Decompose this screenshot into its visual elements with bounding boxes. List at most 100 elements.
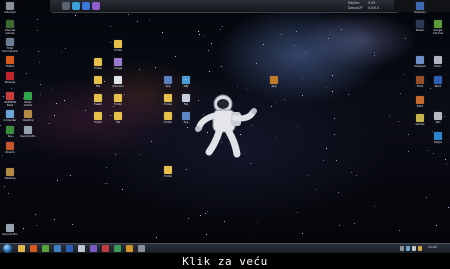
- star: [425, 196, 427, 198]
- start-button[interactable]: [3, 244, 12, 253]
- shortcut-icon: [434, 112, 442, 120]
- star: [198, 31, 200, 33]
- star: [71, 223, 73, 225]
- desktop-shortcut[interactable]: Folder: [90, 94, 106, 109]
- star: [306, 175, 308, 177]
- desktop-shortcut[interactable]: Folder: [110, 94, 126, 109]
- star: [40, 94, 42, 96]
- star: [322, 159, 324, 161]
- desktop-shortcut[interactable]: Desktop: [2, 168, 18, 183]
- shortcut-icon: [434, 20, 442, 28]
- desktop-shortcut[interactable]: Folder: [110, 40, 126, 55]
- star: [110, 41, 112, 43]
- desktop-shortcut[interactable]: Unknown: [110, 76, 126, 91]
- desktop-shortcut[interactable]: Tools: [412, 76, 428, 91]
- tray-icon[interactable]: [400, 246, 404, 251]
- desktop-shortcut[interactable]: File: [110, 112, 126, 127]
- desktop-shortcut[interactable]: Desktop: [20, 110, 36, 125]
- desktop-shortcut[interactable]: File: [178, 94, 194, 109]
- shortcut-label: Skype: [434, 141, 442, 144]
- taskbar-app-media-icon[interactable]: [54, 245, 61, 252]
- desktop-shortcut[interactable]: Google Chrome: [430, 20, 446, 35]
- taskbar-app-app-icon[interactable]: [90, 245, 97, 252]
- app-icon[interactable]: [72, 2, 80, 10]
- star: [276, 137, 278, 139]
- star: [39, 83, 41, 85]
- taskbar-app-app-icon[interactable]: [114, 245, 121, 252]
- desktop-shortcut[interactable]: Recycle Bin: [2, 224, 18, 239]
- taskbar-app-app-icon[interactable]: [102, 245, 109, 252]
- desktop-shortcut[interactable]: Firefox: [2, 56, 18, 71]
- star: [57, 180, 59, 182]
- star: [280, 33, 282, 35]
- desktop-shortcut[interactable]: Win: [430, 112, 446, 127]
- taskbar-clock[interactable]: 13:20: [428, 245, 437, 249]
- desktop-shortcut[interactable]: Ubuntu: [2, 142, 18, 157]
- star: [205, 212, 207, 214]
- desktop-shortcut[interactable]: Folder: [90, 58, 106, 73]
- star: [100, 102, 102, 104]
- taskbar-app-explorer-icon[interactable]: [18, 245, 25, 252]
- desktop-shortcut[interactable]: Paint: [412, 96, 428, 111]
- shortcut-icon: [114, 76, 122, 84]
- taskbar-app-chrome-icon[interactable]: [42, 245, 49, 252]
- shortcut-label: File: [183, 103, 189, 106]
- desktop-shortcut[interactable]: App: [178, 76, 194, 91]
- desktop-shortcut[interactable]: File: [90, 76, 106, 91]
- taskbar-app-firefox-icon[interactable]: [30, 245, 37, 252]
- caption-text[interactable]: Klik za veću: [0, 255, 450, 268]
- star: [388, 114, 390, 116]
- star: [109, 25, 111, 27]
- star: [96, 103, 98, 105]
- shortcut-icon: [6, 168, 14, 176]
- desktop-shortcut[interactable]: Internet Games: [2, 20, 18, 35]
- desktop-shortcut[interactable]: Image: [110, 58, 126, 73]
- star: [199, 215, 201, 217]
- shortcut-icon: [94, 76, 102, 84]
- clock-widget-icon[interactable]: [62, 2, 70, 10]
- desktop-shortcut[interactable]: Word: [430, 76, 446, 91]
- desktop-shortcut[interactable]: Recycle Bin: [20, 126, 36, 141]
- desktop-shortcut[interactable]: Folder: [160, 112, 176, 127]
- shortcut-icon: [24, 126, 32, 134]
- desktop-shortcut[interactable]: Unknown: [2, 2, 18, 17]
- star: [124, 94, 126, 96]
- tray-icon[interactable]: [418, 246, 422, 251]
- desktop-shortcut[interactable]: Skype: [430, 132, 446, 147]
- taskbar-app-app-icon[interactable]: [78, 245, 85, 252]
- desktop-shortcut[interactable]: DAEMON Tools: [2, 92, 18, 107]
- desktop-shortcut[interactable]: App: [266, 76, 282, 91]
- taskbar-app-app-icon[interactable]: [126, 245, 133, 252]
- desktop-shortcut[interactable]: Sys: [2, 126, 18, 141]
- star: [106, 183, 108, 185]
- desktop-shortcut[interactable]: Winamp: [2, 72, 18, 87]
- desktop-shortcut[interactable]: Steam: [412, 20, 428, 35]
- star: [222, 25, 224, 27]
- desktop-shortcut[interactable]: Games: [412, 114, 428, 129]
- desktop-shortcut[interactable]: Computer: [2, 110, 18, 125]
- desktop-shortcut[interactable]: Music: [430, 56, 446, 71]
- taskbar-app-word-icon[interactable]: [66, 245, 73, 252]
- shortcut-icon: [416, 2, 424, 10]
- app-icon[interactable]: [82, 2, 90, 10]
- visual-studio-icon[interactable]: [92, 2, 100, 10]
- taskbar-app-app-icon[interactable]: [138, 245, 145, 252]
- desktop-shortcut[interactable]: Total Commander: [2, 38, 18, 53]
- shortcut-icon: [416, 20, 424, 28]
- network-stat-value: 0.0/0.0: [368, 6, 380, 10]
- desktop-shortcut[interactable]: App: [178, 112, 194, 127]
- star: [136, 20, 138, 22]
- network-stat-value: 0.09: [368, 1, 376, 5]
- desktop-shortcut[interactable]: Razer Cortex: [20, 92, 36, 107]
- network-icon[interactable]: [406, 246, 410, 251]
- desktop-shortcut[interactable]: Notepad: [412, 56, 428, 71]
- desktop-shortcut[interactable]: Folder: [90, 112, 106, 127]
- desktop-shortcut[interactable]: App: [160, 76, 176, 91]
- volume-icon[interactable]: [412, 246, 416, 251]
- desktop-shortcut[interactable]: Oloquery: [412, 2, 428, 17]
- desktop-shortcut[interactable]: Folder: [160, 94, 176, 109]
- shortcut-icon: [182, 112, 190, 120]
- desktop-shortcut[interactable]: Folder: [160, 166, 176, 181]
- star: [207, 211, 209, 213]
- shortcut-label: Folder: [163, 103, 172, 106]
